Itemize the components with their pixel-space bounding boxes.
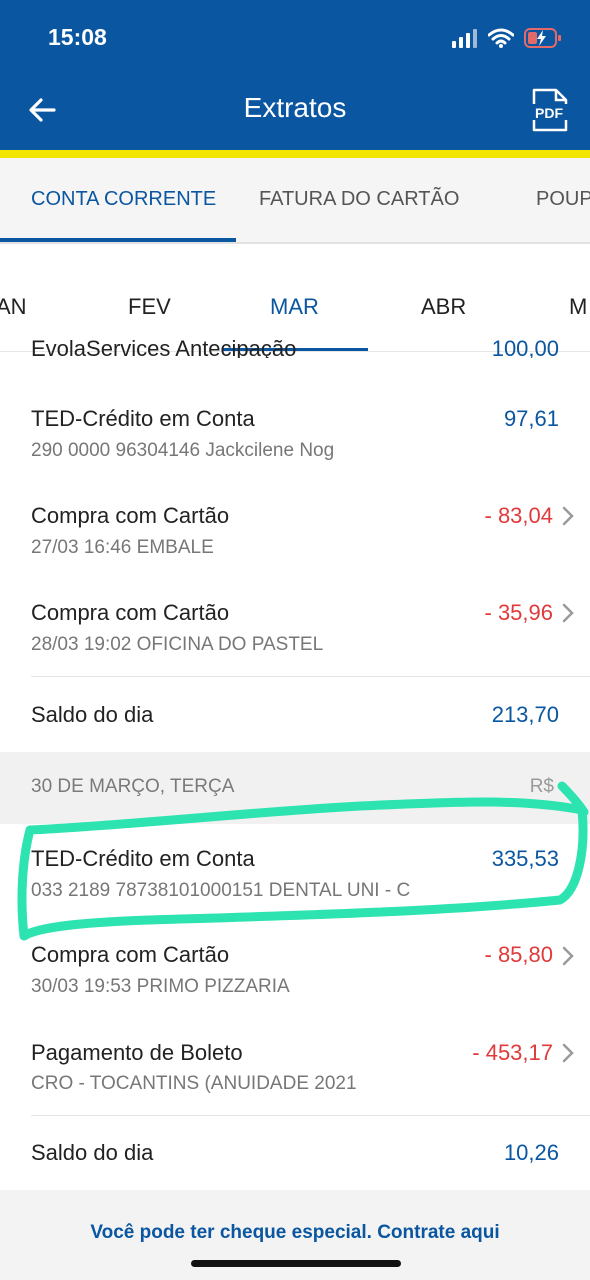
transaction-title: Compra com Cartão — [31, 600, 230, 625]
transaction-description: 033 2189 78738101000151 DENTAL UNI - C — [31, 880, 411, 901]
transaction-row[interactable]: Compra com Cartão 30/03 19:53 PRIMO PIZZ… — [0, 922, 590, 1018]
transaction-amount: 97,61 — [503, 406, 559, 431]
daily-balance-row: Saldo do dia 10,26 — [0, 1116, 590, 1190]
transaction-row[interactable]: Pagamento de Boleto CRO - TOCANTINS (ANU… — [0, 1018, 590, 1116]
transaction-amount: 100,00 — [491, 340, 559, 358]
transaction-title: TED-Crédito em Conta — [31, 846, 255, 871]
chevron-right-icon — [562, 506, 574, 526]
transaction-amount: - 85,80 — [484, 942, 554, 967]
home-indicator — [191, 1260, 401, 1267]
month-abr[interactable]: ABR — [421, 294, 466, 320]
chevron-right-icon — [562, 946, 574, 966]
wifi-icon — [488, 28, 514, 48]
transaction-description: 30/03 19:53 PRIMO PIZZARIA — [31, 976, 290, 997]
month-mar[interactable]: MAR — [270, 294, 319, 320]
transaction-amount: 335,53 — [491, 846, 559, 871]
date-section-header: 30 DE MARÇO, TERÇA R$ — [0, 752, 590, 824]
balance-label: Saldo do dia — [31, 702, 154, 727]
section-currency: R$ — [529, 776, 554, 797]
transaction-description: 290 0000 96304146 Jackcilene Nog — [31, 440, 335, 461]
tab-conta-corrente[interactable]: CONTA CORRENTE — [31, 188, 216, 211]
transaction-title: TED-Crédito em Conta — [31, 406, 255, 431]
transaction-row[interactable]: Compra com Cartão 27/03 16:46 EMBALE - 8… — [0, 482, 590, 578]
signal-icon — [452, 29, 477, 48]
overdraft-promo-link[interactable]: Você pode ter cheque especial. Contrate … — [0, 1222, 590, 1244]
balance-amount: 10,26 — [503, 1140, 559, 1165]
balance-label: Saldo do dia — [31, 1140, 154, 1165]
transaction-row[interactable]: TED-Crédito em Conta 033 2189 7873810100… — [0, 824, 590, 922]
pdf-icon: PDF — [529, 88, 569, 132]
app-header — [0, 0, 590, 150]
page-title: Extratos — [243, 92, 347, 123]
transaction-row[interactable]: Compra com Cartão 28/03 19:02 OFICINA DO… — [0, 578, 590, 676]
pdf-button[interactable]: PDF — [528, 88, 570, 132]
chevron-right-icon — [562, 603, 574, 623]
tab-fatura-do-cartao[interactable]: FATURA DO CARTÃO — [259, 188, 459, 211]
transaction-row[interactable]: TED-Crédito em Conta 290 0000 96304146 J… — [0, 384, 590, 482]
month-mai[interactable]: M — [569, 294, 587, 320]
status-icons — [452, 24, 562, 52]
daily-balance-row: Saldo do dia 213,70 — [0, 677, 590, 752]
transaction-description: 27/03 16:46 EMBALE — [31, 537, 214, 558]
transaction-amount: - 453,17 — [472, 1040, 553, 1065]
month-fev[interactable]: FEV — [128, 294, 171, 320]
transaction-title: Pagamento de Boleto — [31, 1040, 243, 1065]
transaction-title: Compra com Cartão — [31, 942, 230, 967]
month-jan[interactable]: AN — [0, 294, 27, 320]
tab-active-indicator — [0, 238, 236, 242]
pdf-label: PDF — [535, 105, 563, 121]
battery-charging-icon — [524, 28, 561, 48]
transaction-description: CRO - TOCANTINS (ANUIDADE 2021 — [31, 1073, 357, 1094]
tab-poupanca[interactable]: POUPA — [536, 188, 590, 211]
status-time: 15:08 — [48, 24, 107, 50]
transaction-title: EvolaServices Antecipação — [31, 340, 297, 358]
section-date: 30 DE MARÇO, TERÇA — [31, 776, 235, 797]
balance-amount: 213,70 — [491, 702, 559, 727]
transaction-amount: - 83,04 — [484, 503, 554, 528]
transaction-title: Compra com Cartão — [31, 503, 230, 528]
transaction-description: 28/03 19:02 OFICINA DO PASTEL — [31, 634, 324, 655]
chevron-right-icon — [562, 1043, 574, 1063]
header-accent-strip — [0, 150, 590, 158]
list-item-partial[interactable]: EvolaServices Antecipação 100,00 — [0, 340, 590, 358]
transaction-amount: - 35,96 — [484, 600, 554, 625]
statement-tabs: CONTA CORRENTE FATURA DO CARTÃO POUPA — [0, 158, 590, 244]
